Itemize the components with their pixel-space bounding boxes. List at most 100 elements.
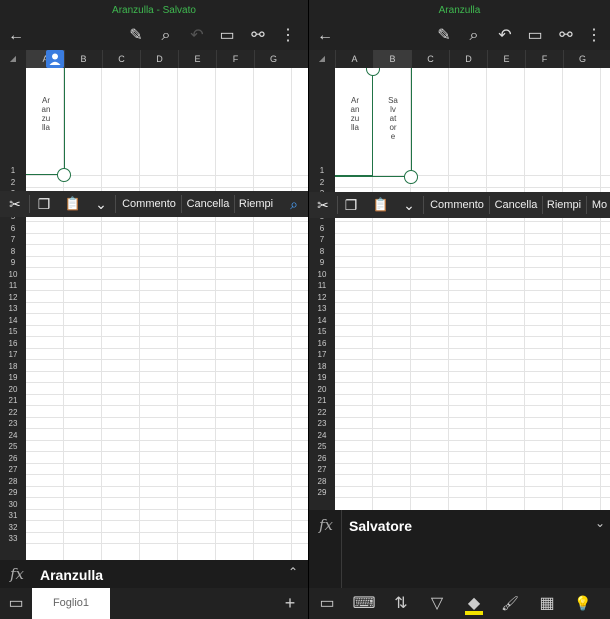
- row-header-10[interactable]: 10: [0, 270, 26, 280]
- row-header-19[interactable]: 19: [0, 373, 26, 383]
- row-header-8[interactable]: 8: [309, 247, 335, 257]
- row-header-17[interactable]: 17: [0, 350, 26, 360]
- comment-icon[interactable]: ▭: [522, 22, 548, 50]
- comment-menu-item[interactable]: Commento: [118, 191, 180, 217]
- filter-icon[interactable]: ▽: [425, 588, 449, 619]
- formula-value[interactable]: Salvatore: [349, 518, 412, 534]
- more-options-icon[interactable]: ⋮: [275, 22, 301, 50]
- add-sheet-icon[interactable]: +: [280, 588, 300, 619]
- row-header-24[interactable]: 24: [0, 431, 26, 441]
- row-header-25[interactable]: 25: [0, 442, 26, 452]
- formula-bar[interactable]: fx Aranzulla ⌃: [0, 560, 308, 588]
- row-header-23[interactable]: 23: [0, 419, 26, 429]
- lightbulb-icon[interactable]: 💡: [571, 588, 595, 619]
- row-header-21[interactable]: 21: [309, 396, 335, 406]
- row-header-14[interactable]: 14: [309, 316, 335, 326]
- column-header-g[interactable]: G: [563, 50, 601, 68]
- row-header-29[interactable]: 29: [0, 488, 26, 498]
- search-icon[interactable]: ⌕: [153, 22, 179, 50]
- sheet-tab-foglio1[interactable]: Foglio1: [32, 588, 110, 619]
- row-header-21[interactable]: 21: [0, 396, 26, 406]
- row-header-16[interactable]: 16: [0, 339, 26, 349]
- format-painter-icon[interactable]: 🖌: [498, 588, 522, 619]
- copy-icon[interactable]: ❐: [339, 192, 363, 218]
- paste-icon[interactable]: 📋: [60, 191, 86, 217]
- more-options-icon[interactable]: ⋮: [581, 22, 607, 50]
- row-header-7[interactable]: 7: [309, 235, 335, 245]
- row-header-16[interactable]: 16: [309, 339, 335, 349]
- row-header-1[interactable]: 1: [309, 166, 335, 176]
- row-header-24[interactable]: 24: [309, 431, 335, 441]
- formula-value[interactable]: Aranzulla: [40, 567, 103, 583]
- column-header-f[interactable]: F: [525, 50, 563, 68]
- column-header-g[interactable]: G: [254, 50, 292, 68]
- back-arrow-icon[interactable]: ←: [312, 22, 338, 50]
- copy-icon[interactable]: ❐: [32, 191, 56, 217]
- row-header-10[interactable]: 10: [309, 270, 335, 280]
- row-header-28[interactable]: 28: [309, 477, 335, 487]
- row-header-2[interactable]: 2: [309, 178, 335, 188]
- row-header-12[interactable]: 12: [0, 293, 26, 303]
- row-header-13[interactable]: 13: [0, 304, 26, 314]
- row-header-18[interactable]: 18: [309, 362, 335, 372]
- row-header-11[interactable]: 11: [309, 281, 335, 291]
- share-icon[interactable]: ⚯: [553, 22, 579, 50]
- row-header-26[interactable]: 26: [0, 454, 26, 464]
- back-arrow-icon[interactable]: ←: [3, 22, 29, 50]
- row-header-27[interactable]: 27: [0, 465, 26, 475]
- row-header-27[interactable]: 27: [309, 465, 335, 475]
- more-menu-item[interactable]: Mo: [589, 192, 610, 218]
- row-header-32[interactable]: 32: [0, 523, 26, 533]
- column-header-b[interactable]: B: [64, 50, 102, 68]
- comment-menu-item[interactable]: Commento: [426, 192, 488, 218]
- undo-icon[interactable]: ↶: [184, 22, 210, 50]
- row-header-1[interactable]: 1: [0, 166, 26, 176]
- comment-icon[interactable]: ▭: [214, 22, 240, 50]
- column-header-d[interactable]: D: [140, 50, 178, 68]
- column-header-f[interactable]: F: [216, 50, 254, 68]
- column-header-c[interactable]: C: [102, 50, 140, 68]
- row-header-20[interactable]: 20: [309, 385, 335, 395]
- row-header-11[interactable]: 11: [0, 281, 26, 291]
- keyboard-icon[interactable]: ⌨: [352, 588, 376, 619]
- row-header-23[interactable]: 23: [309, 419, 335, 429]
- row-header-15[interactable]: 15: [309, 327, 335, 337]
- selection-handle-bottom[interactable]: [404, 170, 418, 184]
- row-header-13[interactable]: 13: [309, 304, 335, 314]
- smart-lookup-icon[interactable]: ⌕: [282, 191, 306, 217]
- select-all-corner-icon[interactable]: ◢: [309, 50, 335, 68]
- row-header-17[interactable]: 17: [309, 350, 335, 360]
- row-header-7[interactable]: 7: [0, 235, 26, 245]
- row-header-30[interactable]: 30: [0, 500, 26, 510]
- row-header-9[interactable]: 9: [309, 258, 335, 268]
- row-header-29[interactable]: 29: [309, 488, 335, 498]
- draw-pen-icon[interactable]: ✎: [431, 22, 457, 50]
- fill-color-icon[interactable]: ◆: [462, 588, 486, 619]
- row-header-22[interactable]: 22: [309, 408, 335, 418]
- column-header-d[interactable]: D: [449, 50, 487, 68]
- select-all-corner-icon[interactable]: ◢: [0, 50, 26, 68]
- column-header-e[interactable]: E: [487, 50, 525, 68]
- row-header-15[interactable]: 15: [0, 327, 26, 337]
- paste-icon[interactable]: 📋: [368, 192, 394, 218]
- display-toggle-icon[interactable]: ▭: [4, 588, 28, 619]
- row-header-6[interactable]: 6: [0, 224, 26, 234]
- row-header-18[interactable]: 18: [0, 362, 26, 372]
- row-header-8[interactable]: 8: [0, 247, 26, 257]
- column-header-e[interactable]: E: [178, 50, 216, 68]
- formula-bar-expanded[interactable]: fx Salvatore ⌄: [309, 510, 610, 589]
- draw-pen-icon[interactable]: ✎: [123, 22, 149, 50]
- row-header-19[interactable]: 19: [309, 373, 335, 383]
- user-avatar-icon[interactable]: [46, 50, 64, 68]
- cut-icon[interactable]: ✂: [3, 191, 27, 217]
- chevron-down-icon[interactable]: ⌄: [595, 516, 605, 530]
- spreadsheet-grid[interactable]: Aranzulla: [26, 68, 308, 619]
- column-header-b[interactable]: B: [373, 50, 411, 68]
- row-header-9[interactable]: 9: [0, 258, 26, 268]
- row-header-14[interactable]: 14: [0, 316, 26, 326]
- row-header-26[interactable]: 26: [309, 454, 335, 464]
- delete-menu-item[interactable]: Cancella: [183, 191, 233, 217]
- delete-menu-item[interactable]: Cancella: [491, 192, 541, 218]
- share-icon[interactable]: ⚯: [245, 22, 271, 50]
- spreadsheet-grid[interactable]: Aranzulla Salvatore: [335, 68, 610, 510]
